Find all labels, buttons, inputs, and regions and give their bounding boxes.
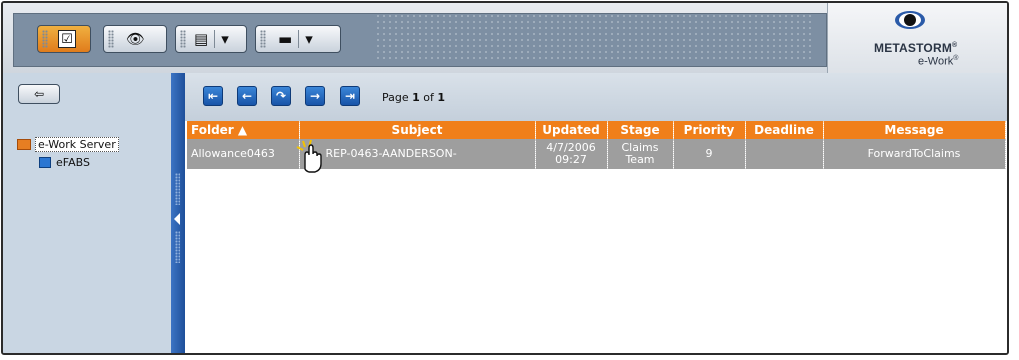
tree-item-label: eFABS <box>56 155 90 169</box>
column-header-deadline[interactable]: Deadline <box>745 121 824 139</box>
cell-stage[interactable]: Claims Team <box>607 139 674 169</box>
server-icon <box>17 138 31 150</box>
tree-item-efabs[interactable]: eFABS <box>17 153 119 171</box>
cell-folder[interactable]: Allowance0463 <box>187 139 300 169</box>
grip-icon <box>260 30 266 48</box>
briefcase-icon: ▬ <box>278 29 293 48</box>
current-page: 1 <box>412 91 420 104</box>
grip-icon <box>108 30 114 48</box>
pager-bar: ⇤ ← ↷ → ⇥ Page 1 of 1 <box>185 73 1007 121</box>
toolbar-pattern <box>375 13 815 63</box>
eye-icon: 👁 <box>126 29 146 48</box>
cell-message[interactable]: ForwardToClaims <box>823 139 1006 169</box>
folder-button[interactable]: ▤ ▾ <box>175 25 247 53</box>
brand-logo: METASTORM® e-Work® <box>827 3 1007 73</box>
collapse-arrow-icon[interactable] <box>174 213 180 225</box>
column-header-priority[interactable]: Priority <box>673 121 746 139</box>
left-panel: ⇦ e-Work Server eFABS <box>3 73 171 353</box>
back-button[interactable]: ⇦ <box>18 84 60 104</box>
updated-time: 09:27 <box>555 153 587 166</box>
logo-eye-icon <box>895 11 925 29</box>
grip-icon <box>42 30 48 48</box>
checklist-button[interactable]: ☑ <box>37 25 91 53</box>
back-icon: ⇦ <box>33 87 45 101</box>
last-page-button[interactable]: ⇥ <box>340 86 360 106</box>
chevron-down-icon[interactable]: ▾ <box>221 31 229 47</box>
briefcase-button[interactable]: ▬ ▾ <box>255 25 341 53</box>
prev-page-button[interactable]: ← <box>237 86 257 106</box>
folder-icon: ▤ <box>194 29 209 48</box>
cell-updated[interactable]: 4/7/2006 09:27 <box>535 139 608 169</box>
column-header-stage[interactable]: Stage <box>607 121 674 139</box>
checkbox-icon: ☑ <box>58 30 76 48</box>
total-pages: 1 <box>437 91 446 104</box>
logo-text-metastorm: METASTORM® <box>874 41 958 55</box>
cell-priority[interactable]: 9 <box>673 139 746 169</box>
table-header-row: Folder ▲ Subject Updated Stage Priority … <box>187 121 1006 139</box>
grip-icon <box>180 30 186 48</box>
first-page-button[interactable]: ⇤ <box>203 86 223 106</box>
server-tree: e-Work Server eFABS <box>17 135 119 171</box>
app-window: ☑ 👁 ▤ ▾ ▬ ▾ METASTORM® e-Work® ⇦ e-Work … <box>1 1 1009 355</box>
page-indicator: Page 1 of 1 <box>382 91 445 104</box>
panel-splitter[interactable] <box>171 73 185 353</box>
column-header-folder[interactable]: Folder ▲ <box>187 121 300 139</box>
grip-icon <box>175 231 180 263</box>
main-panel: ⇤ ← ↷ → ⇥ Page 1 of 1 Folder ▲ Subject U… <box>185 73 1007 353</box>
chevron-down-icon[interactable]: ▾ <box>305 31 313 47</box>
column-header-updated[interactable]: Updated <box>535 121 608 139</box>
column-header-message[interactable]: Message <box>823 121 1006 139</box>
hand-cursor-icon <box>296 139 322 173</box>
toolbar: ☑ 👁 ▤ ▾ ▬ ▾ METASTORM® e-Work® <box>3 3 1007 74</box>
grip-icon <box>175 173 180 205</box>
page-of: of <box>423 91 434 104</box>
column-header-subject[interactable]: Subject <box>299 121 536 139</box>
separator <box>298 30 300 48</box>
tree-item-label: e-Work Server <box>35 136 119 152</box>
page-label: Page <box>382 91 409 104</box>
cell-deadline[interactable] <box>745 139 824 169</box>
stage-line2: Team <box>625 153 655 166</box>
cell-subject[interactable]: REP-0463-AANDERSON- <box>299 139 536 169</box>
folder-icon <box>39 156 51 168</box>
view-button[interactable]: 👁 <box>103 25 167 53</box>
tree-item-ework-server[interactable]: e-Work Server <box>17 135 119 153</box>
refresh-button[interactable]: ↷ <box>271 86 291 106</box>
next-page-button[interactable]: → <box>305 86 325 106</box>
logo-text-ework: e-Work® <box>918 55 959 68</box>
separator <box>214 30 216 48</box>
